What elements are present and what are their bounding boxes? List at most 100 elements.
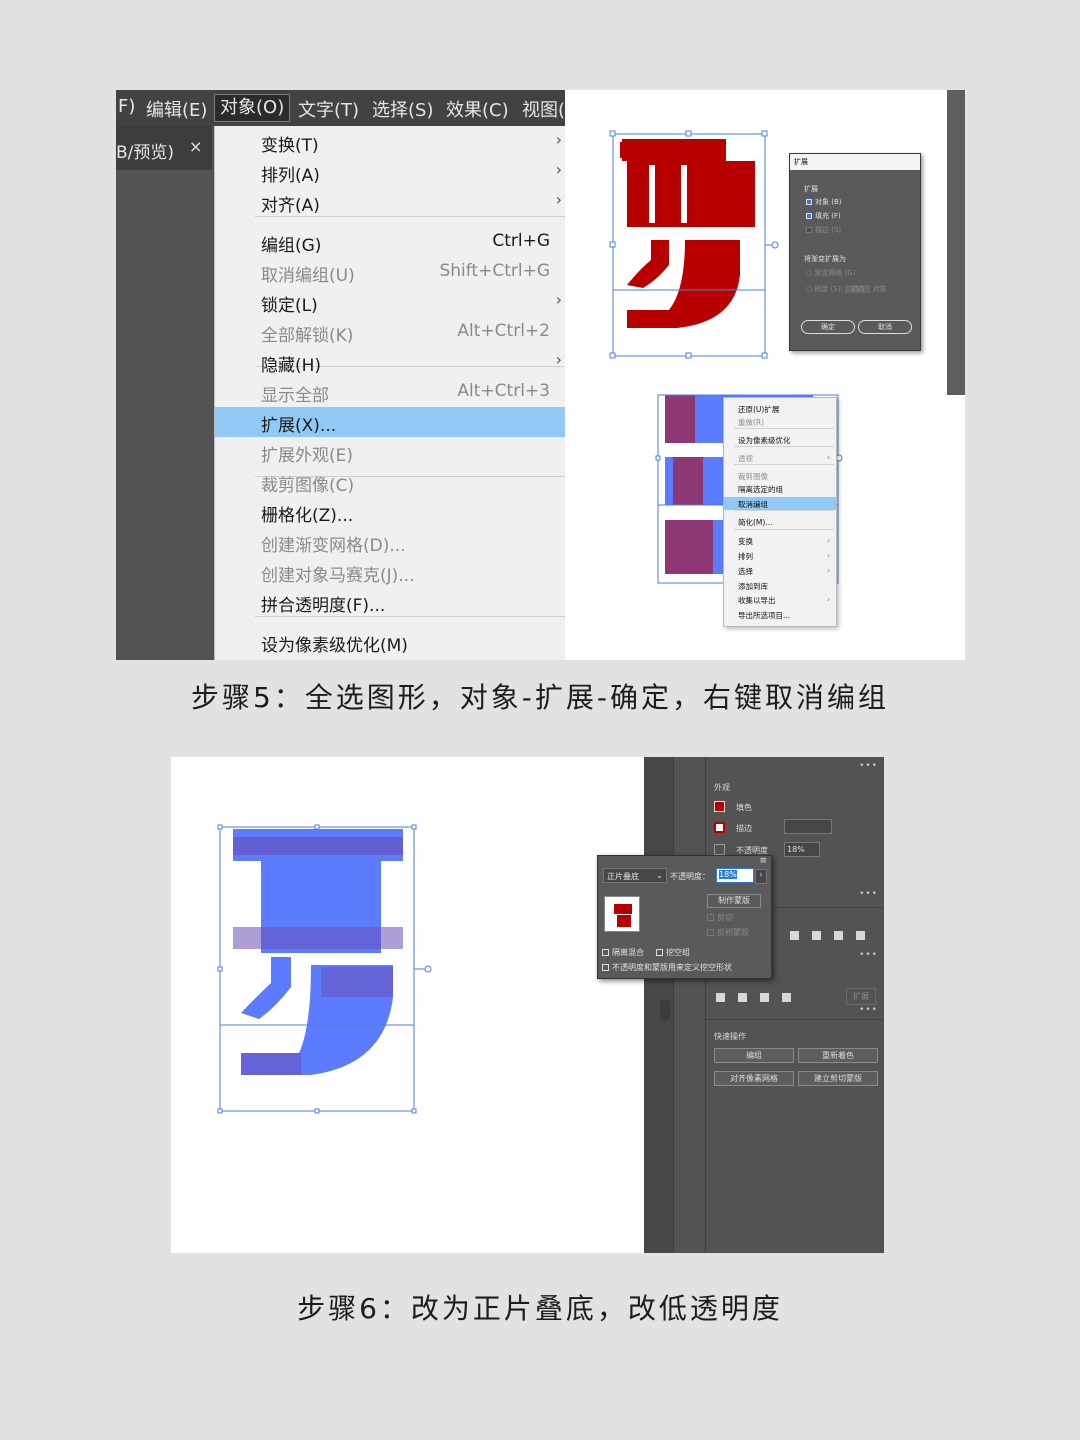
menu-item[interactable]: 创建渐变网格(D)... — [215, 527, 566, 557]
menu-edit[interactable]: 编辑(E) — [146, 96, 207, 122]
menu-item[interactable]: 栅格化(Z)... — [215, 497, 566, 527]
specify-input[interactable]: 255 — [845, 285, 871, 293]
menu-item[interactable]: 对齐(A) › — [215, 187, 566, 217]
menu-item[interactable]: 编组(G) Ctrl+G — [215, 227, 566, 257]
panel-menu-icon[interactable]: ≡ — [759, 856, 767, 866]
align-icon[interactable] — [812, 931, 821, 940]
document-tab[interactable]: B/预览) × — [116, 126, 212, 170]
scrollbar[interactable] — [947, 90, 965, 395]
menu-item[interactable]: 设为像素级优化(M) — [215, 627, 566, 657]
menu-item[interactable]: 锁定(L) › — [215, 287, 566, 317]
knockout-group-checkbox[interactable]: 挖空组 — [656, 947, 690, 958]
menu-item-label: 裁剪图像(C) — [261, 476, 355, 496]
align-pixel-grid-button[interactable]: 对齐像素网格 — [714, 1071, 794, 1086]
menu-item[interactable]: 显示全部 Alt+Ctrl+3 — [215, 377, 566, 407]
context-menu-label: 重做(R) — [738, 418, 765, 427]
multiply-glyph — [233, 829, 403, 1075]
menu-item[interactable]: 全部解锁(K) Alt+Ctrl+2 — [215, 317, 566, 347]
thumbnail — [604, 896, 640, 932]
align-icon[interactable] — [856, 931, 865, 940]
context-menu-label: 还原(U)扩展 — [738, 405, 780, 414]
isolate-blending-checkbox[interactable]: 隔离混合 — [602, 947, 644, 958]
align-icon[interactable] — [790, 931, 799, 940]
menu-item-shortcut: Alt+Ctrl+2 — [457, 321, 550, 341]
chevron-right-icon: › — [827, 453, 830, 462]
clip-checkbox[interactable]: 剪切 — [707, 912, 733, 923]
menu-item[interactable]: 裁剪图像(C) — [215, 467, 566, 497]
context-menu-item[interactable]: 导出所选项目... — [724, 608, 836, 621]
menu-object[interactable]: 对象(O) — [214, 94, 291, 122]
chevron-right-icon: › — [555, 190, 562, 209]
menu-item[interactable]: 变换(T) › — [215, 127, 566, 157]
context-menu-item[interactable]: 添加到库 — [724, 579, 836, 592]
chevron-right-icon: › — [827, 536, 830, 545]
opacity-input[interactable]: 18% — [784, 842, 820, 857]
stroke-weight-stepper[interactable] — [784, 819, 832, 834]
menu-item[interactable]: 拼合透明度(F)... — [215, 587, 566, 617]
context-menu-item[interactable]: 重做(R) — [724, 415, 836, 428]
context-menu-item[interactable]: 取消编组 — [724, 497, 836, 510]
object-checkbox[interactable]: 对象 (B) — [806, 197, 842, 207]
context-menu-label: 透视 — [738, 454, 753, 463]
menu-item-label: 显示全部 — [261, 386, 329, 406]
pathfinder-unite-icon[interactable] — [716, 993, 725, 1002]
context-menu-label: 简化(M)... — [738, 518, 773, 527]
make-clipping-mask-button[interactable]: 建立剪切蒙版 — [798, 1071, 878, 1086]
menu-item[interactable]: 扩展外观(E) — [215, 437, 566, 467]
stroke-swatch[interactable] — [714, 822, 725, 833]
menu-effect[interactable]: 效果(C) — [446, 96, 509, 122]
opacity-mask-knockout-checkbox[interactable]: 不透明度和蒙版用来定义挖空形状 — [602, 962, 732, 973]
context-menu-item[interactable]: 排列 › — [724, 549, 836, 562]
make-mask-button[interactable]: 制作蒙版 — [707, 894, 761, 908]
context-menu-label: 选择 — [738, 567, 753, 576]
context-menu-item[interactable]: 还原(U)扩展 — [724, 402, 836, 415]
context-menu-label: 变换 — [738, 537, 753, 546]
context-menu-item[interactable]: 简化(M)... — [724, 515, 836, 528]
opacity-input[interactable]: 18% — [716, 868, 754, 883]
menu-select[interactable]: 选择(S) — [372, 96, 433, 122]
menu-item-shortcut: Shift+Ctrl+G — [439, 261, 550, 281]
more-icon[interactable]: ••• — [859, 761, 878, 771]
align-icon[interactable] — [834, 931, 843, 940]
context-menu-label: 添加到库 — [738, 582, 768, 591]
fill-swatch[interactable] — [714, 801, 725, 812]
fill-checkbox[interactable]: 填充 (F) — [806, 211, 841, 221]
context-menu-item[interactable]: 变换 › — [724, 534, 836, 547]
recolor-button[interactable]: 重新着色 — [798, 1048, 878, 1063]
appearance-title: 外观 — [714, 783, 730, 792]
menu-item[interactable]: 排列(A) › — [215, 157, 566, 187]
menu-item-label: 隐藏(H) — [261, 356, 322, 376]
stroke-checkbox[interactable]: 描边 (S) — [806, 225, 841, 235]
blend-mode-select[interactable]: 正片叠底 ⌄ — [603, 868, 667, 883]
menu-item-label: 创建渐变网格(D)... — [261, 536, 406, 556]
ok-button[interactable]: 确定 — [801, 320, 855, 334]
gradient-mesh-radio[interactable]: ○ 渐变网格 (G) — [806, 268, 855, 278]
cancel-button[interactable]: 取消 — [858, 320, 912, 334]
specify-radio[interactable]: ○ 指定 (S): 255 对象 — [806, 284, 887, 294]
menu-type[interactable]: 文字(T) — [298, 96, 359, 122]
menu-view[interactable]: 视图( — [522, 96, 565, 122]
menu-item[interactable]: 扩展(X)... — [215, 407, 566, 437]
group-button[interactable]: 编组 — [714, 1048, 794, 1063]
menu-item[interactable]: 取消编组(U) Shift+Ctrl+G — [215, 257, 566, 287]
pathfinder-intersect-icon[interactable] — [760, 993, 769, 1002]
menu-item[interactable]: 隐藏(H) › — [215, 347, 566, 377]
pathfinder-exclude-icon[interactable] — [782, 993, 791, 1002]
chevron-right-icon: › — [827, 551, 830, 560]
pathfinder-minus-icon[interactable] — [738, 993, 747, 1002]
chevron-right-icon[interactable]: › — [755, 869, 767, 884]
context-menu-item[interactable]: 设为像素级优化 — [724, 433, 836, 446]
context-menu-item[interactable]: 透视 › — [724, 451, 836, 464]
menu-file[interactable]: F) — [118, 96, 135, 117]
menu-item-label: 扩展外观(E) — [261, 446, 354, 466]
context-menu-item[interactable]: 裁剪图像 — [724, 469, 836, 482]
close-icon[interactable]: × — [189, 137, 202, 156]
menu-item-label: 设为像素级优化(M) — [261, 636, 408, 656]
scroll-thumb[interactable] — [660, 999, 670, 1021]
context-menu-item[interactable]: 收集以导出 › — [724, 593, 836, 606]
context-menu-item[interactable]: 隔离选定的组 — [724, 482, 836, 495]
menu-item[interactable]: 创建对象马赛克(J)... — [215, 557, 566, 587]
expand-button[interactable]: 扩展 — [846, 988, 876, 1005]
invert-mask-checkbox[interactable]: 反相蒙版 — [707, 927, 749, 938]
context-menu-item[interactable]: 选择 › — [724, 564, 836, 577]
